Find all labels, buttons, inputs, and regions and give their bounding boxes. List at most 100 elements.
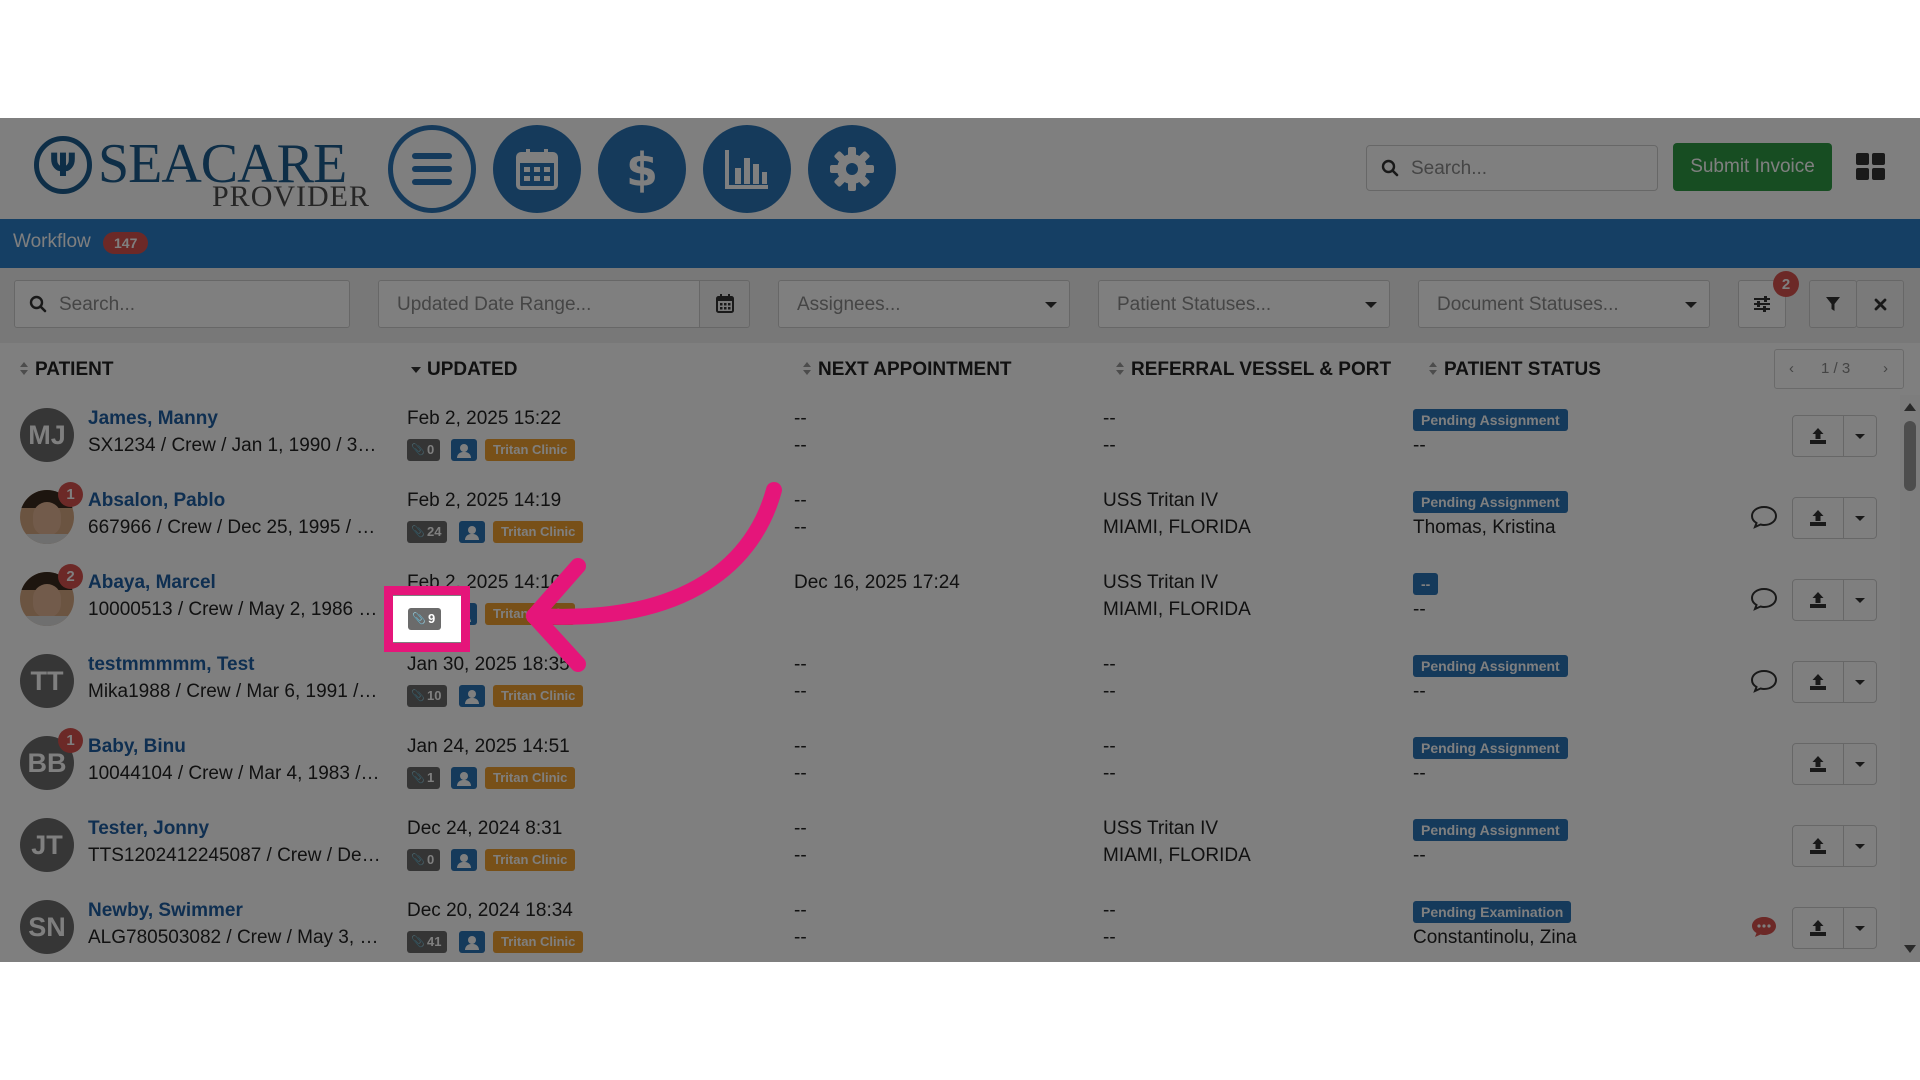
workflow-label[interactable]: Workflow bbox=[13, 231, 91, 253]
assignee: -- bbox=[1413, 763, 1426, 784]
table-row[interactable]: 1 Absalon, Pablo 667966 / Crew / Dec 25, 1… bbox=[0, 477, 1900, 560]
column-header-referral-vessel-port[interactable]: REFERRAL VESSEL & PORT bbox=[1116, 359, 1391, 381]
row-actions-dropdown[interactable] bbox=[1843, 661, 1877, 703]
patient-name-link[interactable]: Baby, Binu bbox=[88, 736, 186, 758]
patient-search-input[interactable] bbox=[57, 281, 341, 329]
avatar[interactable]: JT bbox=[20, 818, 74, 872]
page-prev-button[interactable]: ‹ bbox=[1789, 360, 1794, 377]
patient-name-link[interactable]: Tester, Jonny bbox=[88, 818, 209, 840]
upload-button[interactable] bbox=[1792, 661, 1844, 703]
user-icon[interactable] bbox=[451, 439, 477, 461]
row-actions-dropdown[interactable] bbox=[1843, 579, 1877, 621]
table-scrollbar[interactable] bbox=[1900, 395, 1920, 962]
avatar[interactable]: TT bbox=[20, 654, 74, 708]
row-actions-dropdown[interactable] bbox=[1843, 743, 1877, 785]
status-badge: Pending Assignment bbox=[1413, 409, 1568, 431]
table-row[interactable]: TT testmmmmm, Test Mika1988 / Crew / Mar 6… bbox=[0, 641, 1900, 724]
chat-icon bbox=[1752, 917, 1776, 937]
workflow-bar: Workflow 147 bbox=[0, 219, 1920, 268]
apps-grid-icon[interactable] bbox=[1856, 153, 1886, 181]
patient-info: Mika1988 / Crew / Mar 6, 1991 / 33 yrs bbox=[88, 681, 382, 702]
patient-search-box[interactable] bbox=[14, 280, 350, 329]
upload-button[interactable] bbox=[1792, 497, 1844, 539]
submit-invoice-button[interactable]: Submit Invoice bbox=[1673, 143, 1832, 191]
search-icon bbox=[29, 295, 47, 313]
user-icon[interactable] bbox=[459, 521, 485, 543]
chat-button[interactable] bbox=[1750, 915, 1778, 944]
search-icon bbox=[1381, 159, 1399, 177]
upload-button[interactable] bbox=[1792, 415, 1844, 457]
dollar-icon: $ bbox=[626, 144, 658, 194]
filter-button[interactable] bbox=[1809, 280, 1857, 328]
pagination: ‹ 1 / 3 › bbox=[1774, 349, 1904, 389]
chat-button[interactable] bbox=[1750, 505, 1778, 534]
date-range-field[interactable] bbox=[378, 280, 700, 329]
top-header: Ψ SEACARE PROVIDER $ Submit Invoice bbox=[0, 118, 1920, 219]
clinic-tag: Tritan Clinic bbox=[485, 849, 576, 871]
seacare-logo[interactable]: Ψ SEACARE PROVIDER bbox=[34, 130, 369, 212]
avatar[interactable]: MJ bbox=[20, 408, 74, 462]
patient-statuses-select[interactable] bbox=[1098, 280, 1390, 329]
bar-chart-icon bbox=[725, 150, 768, 189]
user-icon[interactable] bbox=[451, 767, 477, 789]
assignees-input[interactable] bbox=[795, 281, 1039, 329]
attachment-count-tag[interactable]: 10 bbox=[407, 685, 448, 707]
patient-name-link[interactable]: Absalon, Pablo bbox=[88, 490, 225, 512]
patient-statuses-input[interactable] bbox=[1115, 281, 1359, 329]
table-row[interactable]: BB 1 Baby, Binu 10044104 / Crew / Mar 4, 19… bbox=[0, 723, 1900, 806]
clinic-tag: Tritan Clinic bbox=[485, 767, 576, 789]
avatar[interactable]: SN bbox=[20, 900, 74, 954]
user-icon[interactable] bbox=[459, 931, 485, 953]
attachment-count-tag[interactable]: 41 bbox=[407, 931, 448, 953]
attachment-count-tag[interactable]: 24 bbox=[407, 521, 448, 543]
table-row[interactable]: JT Tester, Jonny TTS1202412245087 / Crew /… bbox=[0, 805, 1900, 888]
nav-settings-button[interactable] bbox=[808, 125, 896, 213]
user-icon[interactable] bbox=[451, 849, 477, 871]
chat-button[interactable] bbox=[1750, 669, 1778, 698]
date-range-calendar-button[interactable] bbox=[699, 280, 750, 328]
nav-menu-button[interactable] bbox=[388, 125, 476, 213]
nav-calendar-button[interactable] bbox=[493, 125, 581, 213]
column-header-patient-status[interactable]: PATIENT STATUS bbox=[1429, 359, 1601, 381]
column-header-patient[interactable]: PATIENT bbox=[20, 359, 113, 381]
attachment-count-tag[interactable]: 1 bbox=[407, 767, 441, 789]
upload-button[interactable] bbox=[1792, 907, 1844, 949]
row-actions-dropdown[interactable] bbox=[1843, 907, 1877, 949]
attachment-count-tag[interactable]: 0 bbox=[407, 849, 441, 871]
column-header-updated[interactable]: UPDATED bbox=[411, 359, 517, 381]
column-header-next-appointment[interactable]: NEXT APPOINTMENT bbox=[803, 359, 1012, 381]
table-row[interactable]: MJ James, Manny SX1234 / Crew / Jan 1, 199… bbox=[0, 395, 1900, 478]
patient-name-link[interactable]: James, Manny bbox=[88, 408, 218, 430]
upload-button[interactable] bbox=[1792, 825, 1844, 867]
row-actions-dropdown[interactable] bbox=[1843, 415, 1877, 457]
global-search-box[interactable] bbox=[1366, 145, 1658, 192]
attachment-count-tag[interactable]: 0 bbox=[407, 439, 441, 461]
close-icon bbox=[1874, 298, 1886, 310]
assignees-select[interactable] bbox=[778, 280, 1070, 329]
chat-button[interactable] bbox=[1750, 587, 1778, 616]
page-next-button[interactable]: › bbox=[1883, 360, 1888, 377]
global-search-input[interactable] bbox=[1409, 146, 1653, 192]
status-badge: Pending Examination bbox=[1413, 901, 1572, 923]
document-statuses-input[interactable] bbox=[1435, 281, 1679, 329]
table-row[interactable]: 2 Abaya, Marcel 10000513 / Crew / May 2, 1… bbox=[0, 559, 1900, 642]
patient-name-link[interactable]: testmmmmm, Test bbox=[88, 654, 254, 676]
nav-reports-button[interactable] bbox=[703, 125, 791, 213]
row-actions-dropdown[interactable] bbox=[1843, 497, 1877, 539]
user-icon[interactable] bbox=[459, 685, 485, 707]
table-row[interactable]: SN Newby, Swimmer ALG780503082 / Crew / Ma… bbox=[0, 887, 1900, 962]
patient-name-link[interactable]: Newby, Swimmer bbox=[88, 900, 243, 922]
row-actions-dropdown[interactable] bbox=[1843, 825, 1877, 867]
date-range-input[interactable] bbox=[395, 281, 689, 329]
clear-filters-button[interactable] bbox=[1856, 280, 1904, 328]
upload-button[interactable] bbox=[1792, 579, 1844, 621]
nav-billing-button[interactable]: $ bbox=[598, 125, 686, 213]
upload-button[interactable] bbox=[1792, 743, 1844, 785]
scroll-down-icon[interactable] bbox=[1904, 945, 1916, 953]
scroll-up-icon[interactable] bbox=[1904, 403, 1916, 411]
patient-name-link[interactable]: Abaya, Marcel bbox=[88, 572, 216, 594]
referral-port: -- bbox=[1103, 927, 1116, 948]
referral-port: -- bbox=[1103, 681, 1116, 702]
scroll-thumb[interactable] bbox=[1904, 421, 1916, 491]
document-statuses-select[interactable] bbox=[1418, 280, 1710, 329]
